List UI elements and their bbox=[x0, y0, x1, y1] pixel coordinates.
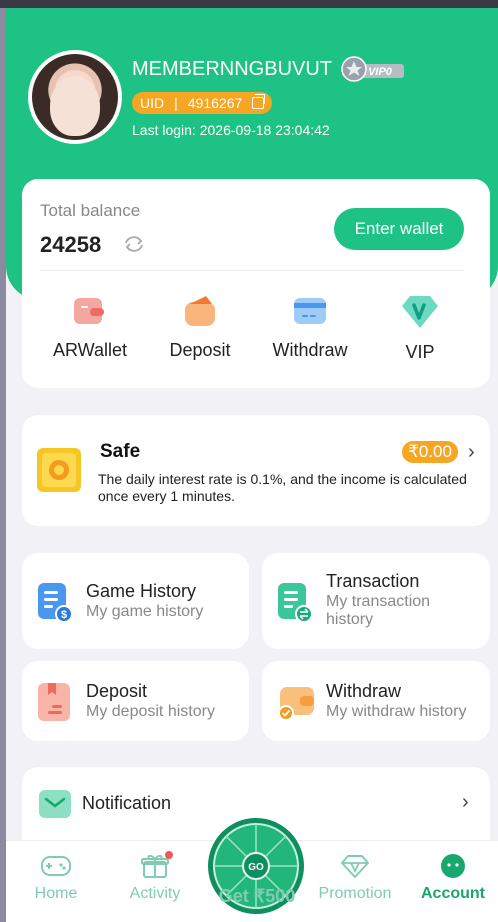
tab-label: Promotion bbox=[318, 885, 392, 902]
tab-account[interactable]: Account bbox=[408, 853, 498, 903]
chevron-right-icon[interactable]: › bbox=[462, 791, 469, 814]
tile-title: Withdraw bbox=[326, 681, 402, 701]
deposit-icon bbox=[185, 296, 215, 326]
tab-label: Activity bbox=[129, 885, 181, 902]
quick-action-vip[interactable]: VIP bbox=[370, 294, 470, 363]
withdraw-card-icon bbox=[294, 298, 326, 324]
tab-promotion[interactable]: Promotion bbox=[310, 853, 400, 903]
tile-title: Game History bbox=[86, 581, 197, 601]
total-balance-label: Total balance bbox=[40, 201, 141, 220]
svg-text:$: $ bbox=[61, 609, 67, 621]
tile-subtitle: My game history bbox=[86, 603, 204, 620]
tile-subtitle: My withdraw history bbox=[326, 703, 467, 720]
uid-value: 4916267 bbox=[187, 95, 243, 111]
vip-diamond-icon bbox=[402, 296, 438, 328]
diamond-icon bbox=[341, 855, 369, 878]
vip-badge-icon: VIP0 bbox=[341, 56, 404, 82]
account-page: MEMBERNNGBUVUT VIP0 UID | 4916267 Last l… bbox=[6, 8, 498, 922]
tile-subtitle: My transaction history bbox=[326, 593, 431, 628]
quick-action-label: VIP bbox=[405, 342, 435, 362]
svg-text:VIP0: VIP0 bbox=[368, 66, 393, 78]
safe-title: Safe bbox=[100, 441, 141, 462]
enter-wallet-button[interactable]: Enter wallet bbox=[334, 208, 464, 250]
uid-label: UID bbox=[140, 95, 165, 111]
deposit-history-icon bbox=[38, 683, 70, 721]
notification-label: Notification bbox=[82, 793, 172, 813]
quick-action-label: Withdraw bbox=[272, 340, 348, 360]
tile-withdraw[interactable]: Withdraw My withdraw history bbox=[262, 661, 490, 741]
tab-home[interactable]: Home bbox=[11, 853, 101, 903]
tile-transaction[interactable]: Transaction My transaction history bbox=[262, 553, 490, 649]
get-bonus-label[interactable]: Get ₹500 bbox=[202, 886, 312, 907]
total-balance-value: 24258 bbox=[40, 232, 102, 257]
copy-icon[interactable] bbox=[252, 94, 266, 109]
window-top-bar bbox=[0, 0, 498, 8]
safe-amount-badge: ₹0.00 bbox=[402, 441, 458, 463]
tile-title: Deposit bbox=[86, 681, 148, 701]
wallet-icon bbox=[74, 298, 104, 324]
transaction-icon bbox=[278, 583, 313, 623]
quick-action-label: ARWallet bbox=[52, 340, 128, 360]
quick-action-withdraw[interactable]: Withdraw bbox=[260, 294, 360, 361]
safe-box-icon bbox=[37, 448, 81, 492]
tab-label: Account bbox=[421, 885, 485, 902]
chevron-right-icon[interactable]: › bbox=[468, 441, 475, 464]
tile-title: Transaction bbox=[326, 571, 420, 591]
quick-action-deposit[interactable]: Deposit bbox=[150, 294, 250, 361]
notification-mail-icon bbox=[39, 790, 71, 818]
refresh-icon[interactable] bbox=[122, 235, 146, 253]
tab-activity[interactable]: Activity bbox=[110, 851, 200, 903]
uid-separator: | bbox=[174, 95, 178, 111]
avatar[interactable] bbox=[28, 50, 122, 144]
game-history-icon: $ bbox=[38, 583, 73, 623]
svg-text:GO: GO bbox=[248, 862, 264, 873]
safe-card[interactable]: Safe ₹0.00 › The daily interest rate is … bbox=[22, 415, 490, 526]
balance-card: Total balance 24258 Enter wallet ARWalle… bbox=[22, 179, 490, 388]
gamepad-icon bbox=[41, 856, 71, 876]
quick-action-label: Deposit bbox=[169, 340, 231, 360]
quick-action-arwallet[interactable]: ARWallet bbox=[40, 294, 140, 361]
tab-label: Home bbox=[34, 885, 78, 902]
divider bbox=[40, 270, 464, 271]
notification-dot bbox=[165, 851, 173, 859]
account-face-icon bbox=[441, 854, 465, 878]
withdraw-history-icon bbox=[278, 687, 314, 721]
tile-subtitle: My deposit history bbox=[86, 703, 215, 720]
username: MEMBERNNGBUVUT bbox=[132, 58, 333, 80]
uid-pill[interactable]: UID | 4916267 bbox=[132, 92, 273, 114]
tile-game-history[interactable]: $ Game History My game history bbox=[22, 553, 249, 649]
tile-deposit[interactable]: Deposit My deposit history bbox=[22, 661, 249, 741]
last-login: Last login: 2026-09-18 23:04:42 bbox=[132, 122, 330, 138]
avatar-image bbox=[32, 54, 118, 140]
safe-description: The daily interest rate is 0.1%, and the… bbox=[98, 471, 467, 504]
